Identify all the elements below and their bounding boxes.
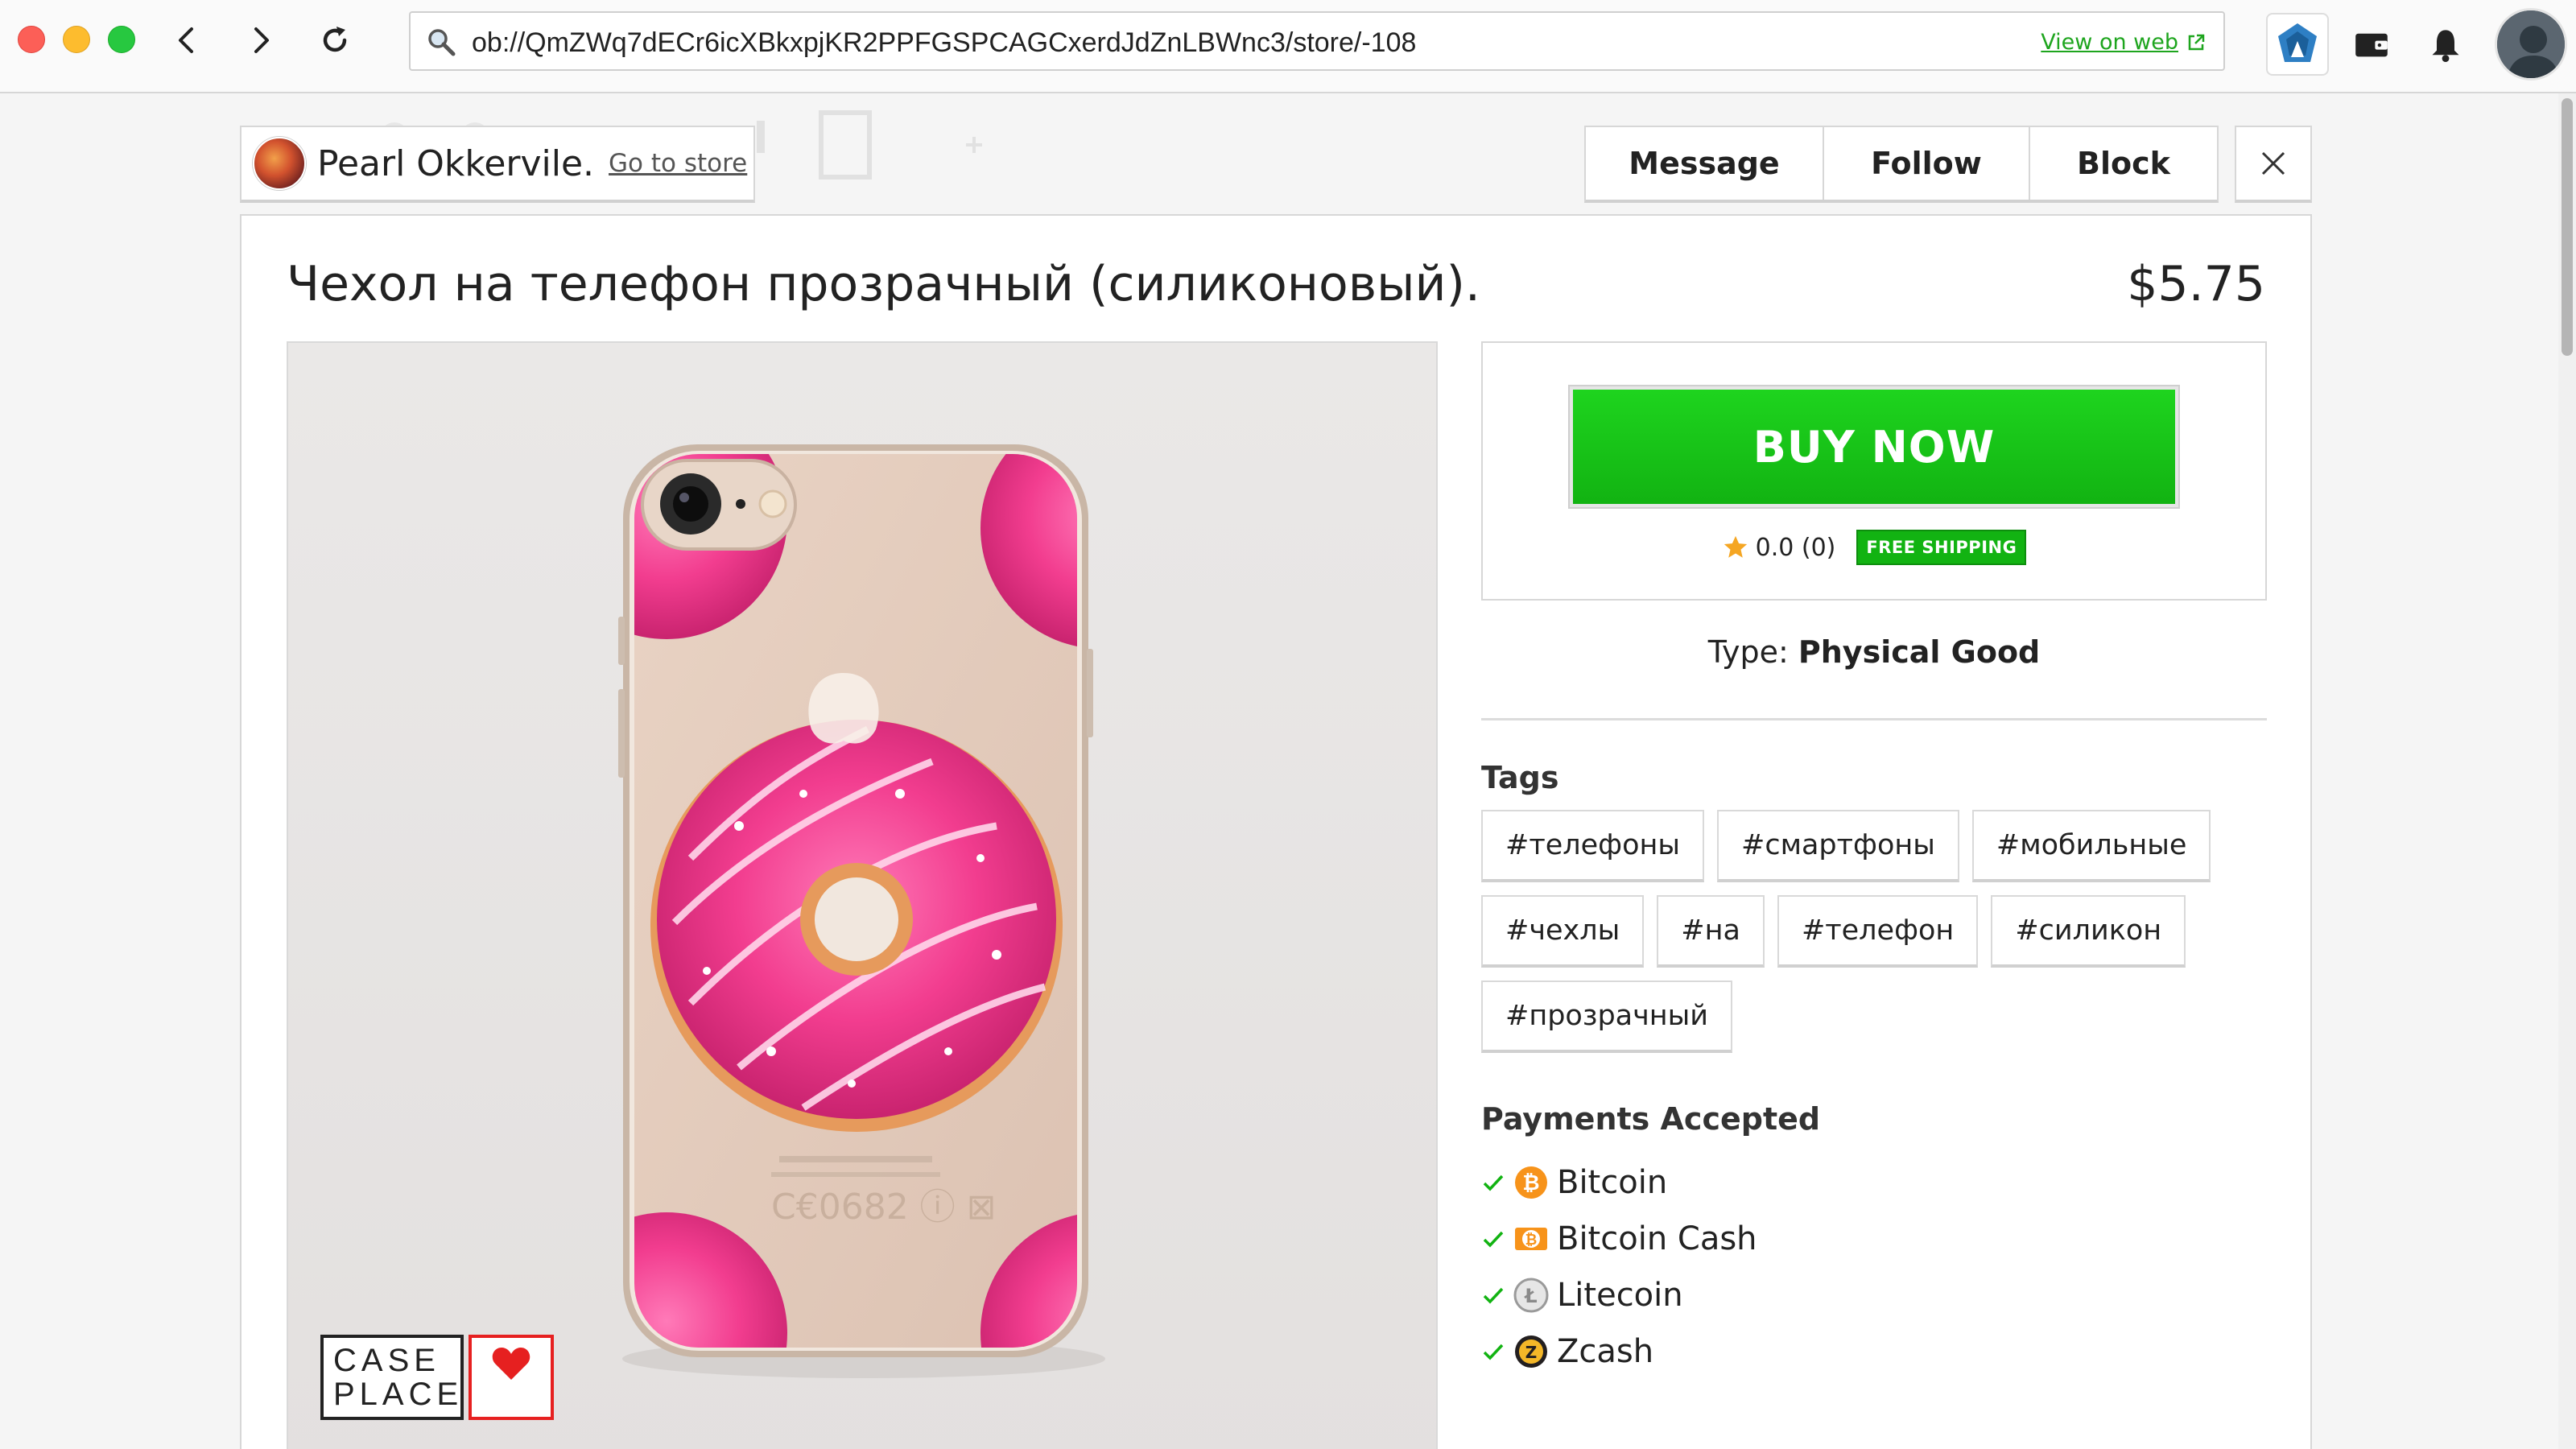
tag[interactable]: #смартфоны xyxy=(1717,810,1959,882)
block-button[interactable]: Block xyxy=(2030,127,2217,200)
external-link-icon xyxy=(2188,34,2205,51)
payment-item-bitcoin: ₿ Bitcoin xyxy=(1481,1154,1757,1211)
bell-icon xyxy=(2432,30,2459,62)
purchase-box: BUY NOW 0.0 (0) FREE SHIPPING xyxy=(1481,341,2267,601)
section-divider xyxy=(1481,718,2267,720)
payments-list: ₿ Bitcoin ₿ Bitcoin Cash Ł Litecoin Z Zc… xyxy=(1481,1154,1757,1380)
listing-title: Чехол на телефон прозрачный (силиконовый… xyxy=(287,256,1480,312)
view-on-web-label: View on web xyxy=(2041,30,2178,55)
svg-text:₿: ₿ xyxy=(1525,1232,1538,1249)
listing-price: $5.75 xyxy=(2127,256,2265,312)
caseplace-line2: PLACE xyxy=(333,1377,464,1412)
svg-text:Z: Z xyxy=(1525,1343,1538,1362)
litecoin-icon: Ł xyxy=(1513,1278,1549,1313)
browser-toolbar: ob://QmZWq7dECr6icXBkxpjKR2PPFGSPCAGCxer… xyxy=(0,0,2576,93)
go-to-store-link[interactable]: Go to store xyxy=(609,149,747,178)
tag[interactable]: #мобильные xyxy=(1971,810,2211,882)
openbazaar-logo-icon xyxy=(2278,23,2317,62)
store-actions: Message Follow Block xyxy=(1584,126,2219,203)
store-avatar[interactable] xyxy=(253,137,306,190)
reload-button[interactable] xyxy=(311,16,359,64)
chevron-left-icon xyxy=(179,27,193,53)
window-minimize-button[interactable] xyxy=(63,26,90,53)
page-scrollbar[interactable] xyxy=(2558,93,2576,1449)
free-shipping-badge: FREE SHIPPING xyxy=(1856,530,2027,565)
buy-now-button[interactable]: BUY NOW xyxy=(1570,386,2178,507)
tag[interactable]: #телефон xyxy=(1777,895,1979,968)
chevron-right-icon xyxy=(254,27,269,53)
window-close-button[interactable] xyxy=(18,26,45,53)
notifications-button[interactable] xyxy=(2420,8,2471,80)
svg-text:₿: ₿ xyxy=(1522,1171,1539,1195)
tag[interactable]: #телефоны xyxy=(1481,810,1705,882)
product-image[interactable]: C€0682 ⓘ ⊠ CASE PLACE xyxy=(287,341,1438,1449)
caseplace-logo: CASE PLACE xyxy=(320,1335,554,1420)
caseplace-line1: CASE xyxy=(333,1343,440,1378)
wallet-icon xyxy=(2355,33,2388,57)
close-button[interactable] xyxy=(2235,126,2312,203)
window-zoom-button[interactable] xyxy=(108,26,135,53)
check-icon xyxy=(1483,1344,1504,1360)
type-label: Type: xyxy=(1707,634,1789,670)
reload-icon xyxy=(323,27,347,52)
payment-label: Zcash xyxy=(1557,1333,1654,1370)
bitcoin-cash-icon: ₿ xyxy=(1515,1228,1547,1250)
avatar xyxy=(2495,8,2567,80)
svg-text:Ł: Ł xyxy=(1523,1285,1537,1307)
phone-case-illustration: C€0682 ⓘ ⊠ xyxy=(618,444,1105,1378)
check-icon xyxy=(1483,1231,1504,1248)
back-button[interactable] xyxy=(163,16,211,64)
payments-heading: Payments Accepted xyxy=(1481,1101,1821,1137)
follow-button[interactable]: Follow xyxy=(1824,127,2030,200)
svg-text:C€0682 ⓘ ⊠: C€0682 ⓘ ⊠ xyxy=(771,1187,997,1228)
tag[interactable]: #прозрачный xyxy=(1481,980,1733,1053)
url-text[interactable]: ob://QmZWq7dECr6icXBkxpjKR2PPFGSPCAGCxer… xyxy=(472,13,1416,72)
payment-label: Bitcoin Cash xyxy=(1557,1220,1757,1257)
listing-rating[interactable]: 0.0 (0) xyxy=(1722,533,1836,562)
tag[interactable]: #силикон xyxy=(1991,895,2186,968)
tags-heading: Tags xyxy=(1481,760,1559,795)
search-icon xyxy=(428,29,456,56)
tag[interactable]: #на xyxy=(1657,895,1765,968)
user-avatar-button[interactable] xyxy=(2492,8,2570,80)
bitcoin-icon: ₿ xyxy=(1515,1166,1547,1199)
openbazaar-button[interactable] xyxy=(2265,8,2330,80)
close-icon xyxy=(2261,151,2285,175)
payment-item-litecoin: Ł Litecoin xyxy=(1481,1267,1757,1323)
wallet-button[interactable] xyxy=(2346,8,2397,80)
user-silhouette-icon xyxy=(2497,10,2565,78)
store-name: Pearl Okkervile. xyxy=(317,142,595,184)
store-header: Pearl Okkervile. Go to store xyxy=(240,126,755,203)
payment-item-bitcoin-cash: ₿ Bitcoin Cash xyxy=(1481,1211,1757,1267)
message-button[interactable]: Message xyxy=(1586,127,1824,200)
payment-label: Litecoin xyxy=(1557,1277,1683,1314)
rating-value: 0.0 (0) xyxy=(1755,533,1836,562)
view-on-web-link[interactable]: View on web xyxy=(2041,13,2206,72)
star-icon xyxy=(1724,535,1747,558)
payment-label: Bitcoin xyxy=(1557,1164,1668,1201)
rating-row: 0.0 (0) FREE SHIPPING xyxy=(1483,530,2265,565)
listing-type: Type: Physical Good xyxy=(1481,634,2267,670)
heart-icon xyxy=(469,1335,554,1420)
tags-list: #телефоны #смартфоны #мобильные #чехлы #… xyxy=(1481,810,2267,1053)
listing-card: Чехол на телефон прозрачный (силиконовый… xyxy=(240,214,2312,1449)
check-icon xyxy=(1483,1174,1504,1191)
payment-item-zcash: Z Zcash xyxy=(1481,1323,1757,1380)
type-value: Physical Good xyxy=(1798,634,2041,670)
check-icon xyxy=(1483,1287,1504,1304)
tag[interactable]: #чехлы xyxy=(1481,895,1645,968)
zcash-icon: Z xyxy=(1515,1335,1547,1368)
scrollbar-thumb[interactable] xyxy=(2562,98,2573,356)
forward-button[interactable] xyxy=(237,16,285,64)
address-bar[interactable]: ob://QmZWq7dECr6icXBkxpjKR2PPFGSPCAGCxer… xyxy=(409,11,2225,71)
